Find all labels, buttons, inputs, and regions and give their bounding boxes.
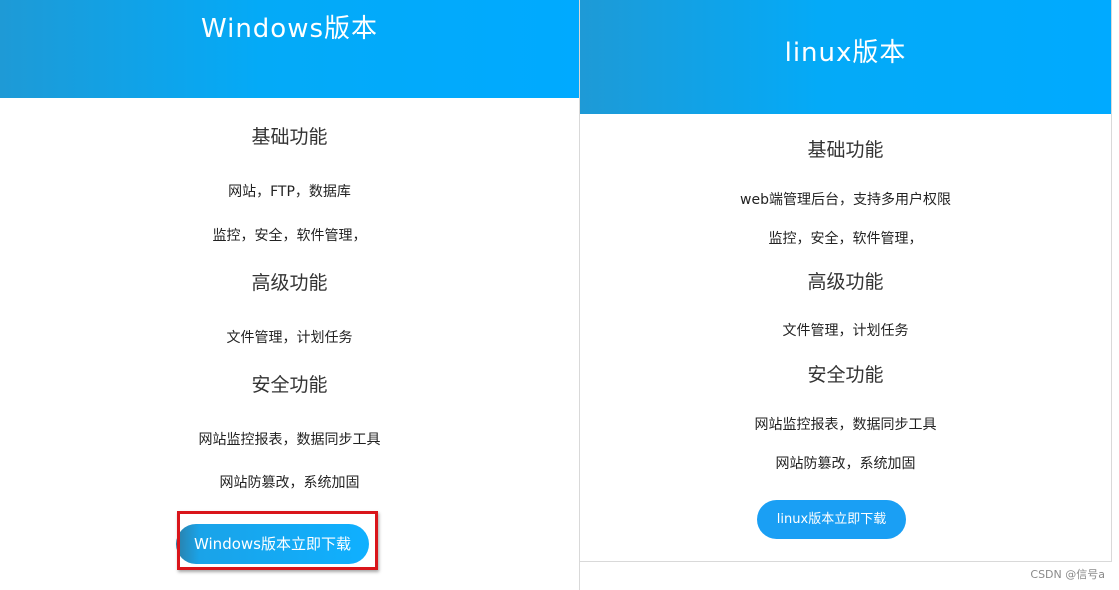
windows-basic-item: 网站，FTP，数据库 bbox=[228, 184, 351, 200]
linux-section-security: 安全功能 bbox=[807, 364, 884, 386]
windows-section-advanced: 高级功能 bbox=[251, 272, 328, 294]
windows-security-item: 网站监控报表，数据同步工具 bbox=[198, 432, 381, 448]
windows-edition-card: Windows版本 基础功能 网站，FTP，数据库 监控，安全，软件管理， 高级… bbox=[0, 0, 580, 590]
windows-card-title: Windows版本 bbox=[200, 14, 379, 44]
windows-security-item: 网站防篡改，系统加固 bbox=[219, 475, 360, 491]
linux-section-basic: 基础功能 bbox=[807, 139, 884, 161]
linux-card-title: linux版本 bbox=[784, 38, 907, 68]
windows-advanced-item: 文件管理，计划任务 bbox=[226, 330, 353, 346]
linux-basic-item: 监控，安全，软件管理， bbox=[768, 231, 923, 247]
linux-security-item: 网站监控报表，数据同步工具 bbox=[754, 417, 937, 433]
linux-download-button[interactable]: linux版本立即下载 bbox=[757, 500, 906, 539]
windows-basic-item: 监控，安全，软件管理， bbox=[212, 228, 367, 244]
windows-section-security: 安全功能 bbox=[251, 374, 328, 396]
linux-security-item: 网站防篡改，系统加固 bbox=[775, 456, 916, 472]
linux-basic-item: web端管理后台，支持多用户权限 bbox=[740, 192, 951, 208]
csdn-watermark: CSDN @信号a bbox=[1030, 568, 1105, 581]
highlight-box bbox=[177, 511, 378, 570]
linux-section-advanced: 高级功能 bbox=[807, 271, 884, 293]
windows-card-header: Windows版本 bbox=[0, 0, 579, 98]
linux-card-header: linux版本 bbox=[580, 0, 1111, 114]
linux-advanced-item: 文件管理，计划任务 bbox=[782, 323, 909, 339]
windows-section-basic: 基础功能 bbox=[251, 126, 328, 148]
linux-edition-card: linux版本 基础功能 web端管理后台，支持多用户权限 监控，安全，软件管理… bbox=[580, 0, 1112, 562]
